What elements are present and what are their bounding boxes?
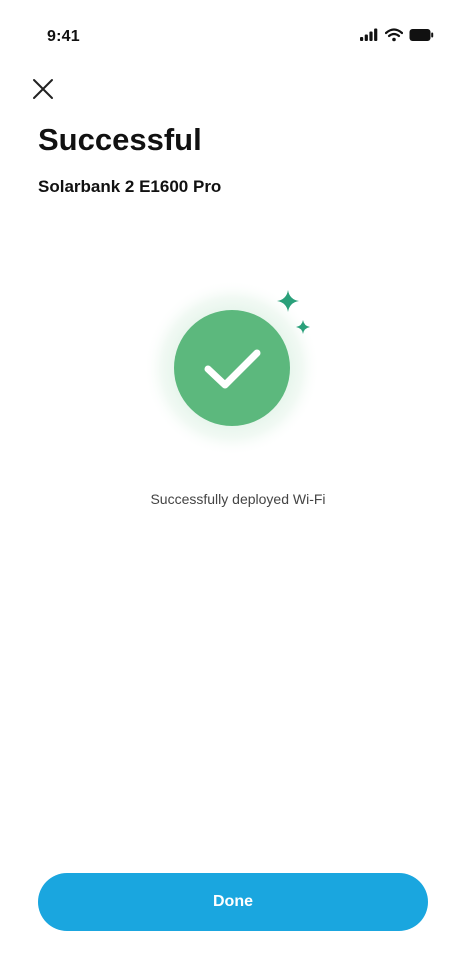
device-name: Solarbank 2 E1600 Pro — [38, 177, 222, 196]
wifi-icon — [385, 28, 403, 42]
done-button[interactable]: Done — [38, 873, 428, 931]
signal-icon — [360, 28, 378, 41]
close-icon — [33, 79, 53, 99]
success-illustration — [144, 280, 320, 456]
success-graphic — [134, 268, 334, 468]
close-button[interactable] — [30, 76, 56, 102]
status-bar: 9:41 — [0, 0, 454, 64]
battery-icon — [409, 29, 434, 41]
status-time: 9:41 — [47, 28, 80, 45]
page-title: Successful — [38, 122, 202, 157]
success-message: Successfully deployed Wi-Fi — [150, 491, 326, 507]
success-circle — [174, 310, 290, 426]
status-icons — [359, 28, 434, 42]
